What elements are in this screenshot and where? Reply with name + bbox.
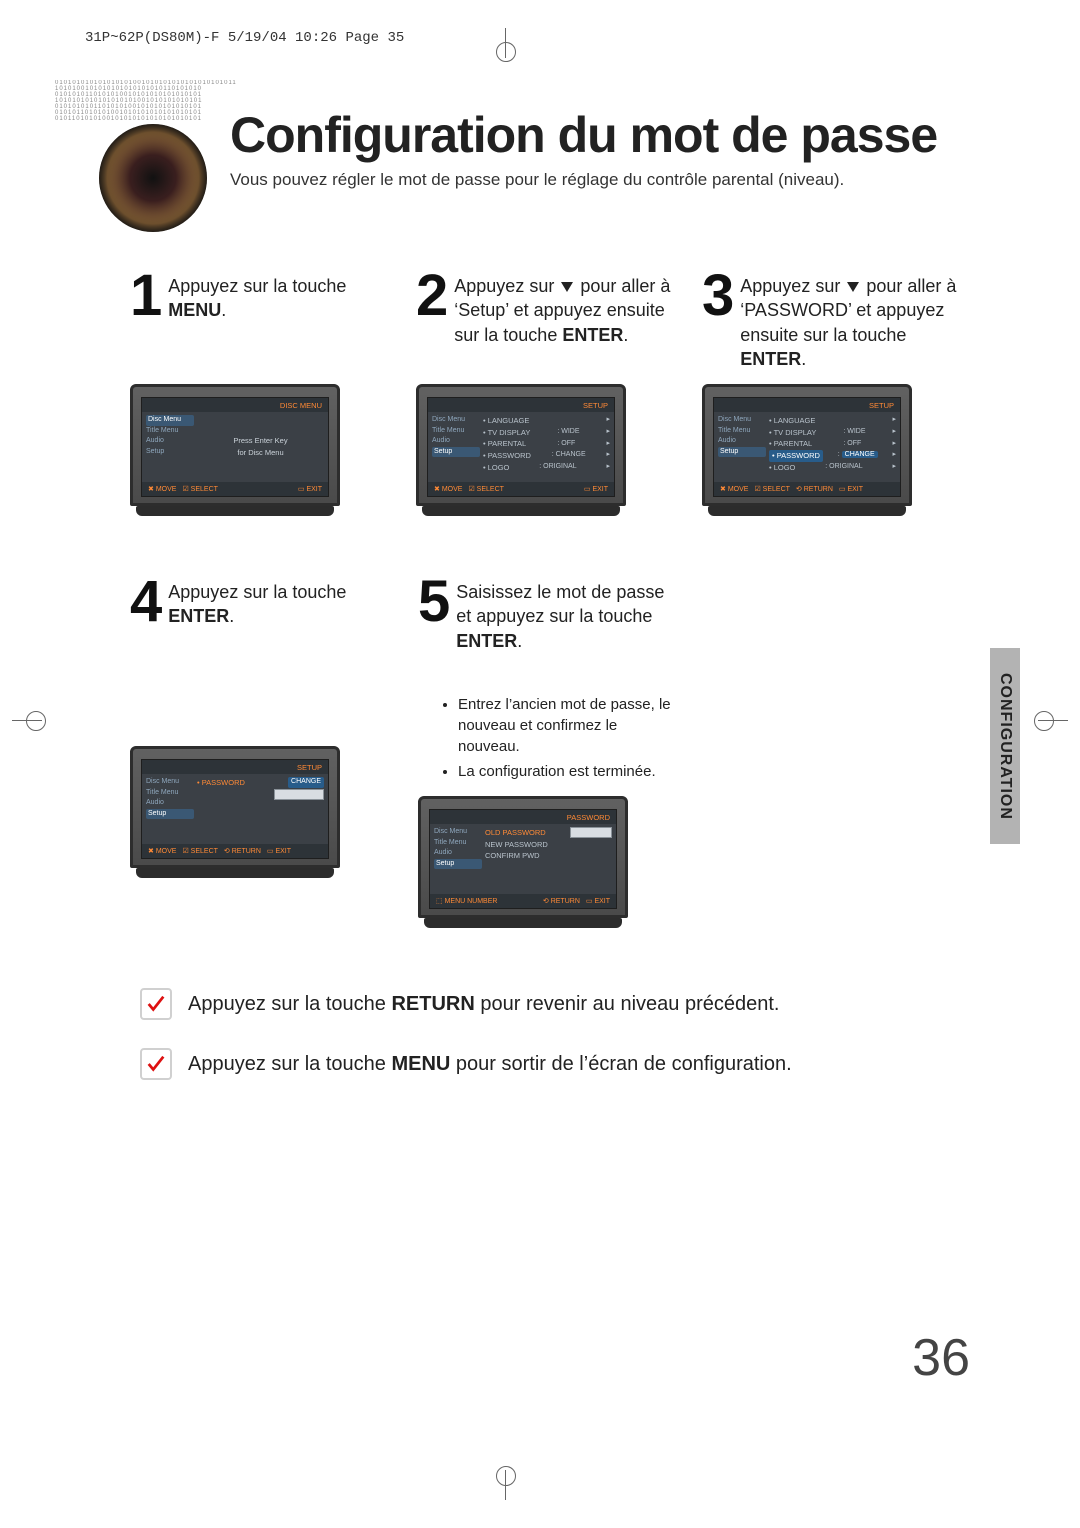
step-text: Saisissez le mot de passe et appuyez sur… (456, 576, 678, 653)
step-number: 1 (130, 270, 162, 322)
crop-mark-top (505, 28, 506, 58)
check-icon (140, 988, 172, 1020)
step-4: 4 Appuyez sur la touche ENTER. SETUP Dis… (130, 576, 390, 928)
step-number: 3 (702, 270, 734, 322)
step-number: 2 (416, 270, 448, 322)
steps-row-2: 4 Appuyez sur la touche ENTER. SETUP Dis… (130, 576, 960, 928)
intro-text: Vous pouvez régler le mot de passe pour … (230, 170, 1020, 190)
print-header: 31P~62P(DS80M)-F 5/19/04 10:26 Page 35 (85, 30, 1020, 46)
speaker-graphic: 0101010101010101010010101010101010101010… (55, 80, 250, 275)
note-return: Appuyez sur la touche RETURN pour reveni… (140, 988, 960, 1020)
tv-screenshot-5: PASSWORD Disc Menu Title Menu Audio Setu… (418, 796, 628, 928)
speaker-cone-icon (99, 124, 207, 232)
steps-row-1: 1 Appuyez sur la touche MENU. DISC MENU … (130, 270, 960, 516)
tv-screenshot-2: SETUP Disc Menu Title Menu Audio Setup L… (416, 384, 626, 516)
tv-screenshot-1: DISC MENU Disc Menu Title Menu Audio Set… (130, 384, 340, 516)
manual-page: 31P~62P(DS80M)-F 5/19/04 10:26 Page 35 0… (0, 0, 1080, 1528)
content-area: 1 Appuyez sur la touche MENU. DISC MENU … (130, 270, 960, 1080)
section-tab-label: CONFIGURATION (996, 673, 1014, 820)
down-arrow-icon (847, 282, 859, 292)
check-icon (140, 1048, 172, 1080)
page-number: 36 (912, 1328, 970, 1388)
step-2: 2 Appuyez sur pour aller à ‘Setup’ et ap… (416, 270, 674, 516)
step-text: Appuyez sur la touche MENU. (168, 270, 388, 323)
crop-mark-bottom (505, 1470, 506, 1500)
step-text: Appuyez sur la touche ENTER. (168, 576, 390, 629)
step-5: 5 Saisissez le mot de passe et appuyez s… (418, 576, 678, 928)
step-3: 3 Appuyez sur pour aller à ‘PASSWORD’ et… (702, 270, 960, 516)
step-1: 1 Appuyez sur la touche MENU. DISC MENU … (130, 270, 388, 516)
section-tab: CONFIGURATION (990, 648, 1020, 844)
tv-screenshot-3: SETUP Disc Menu Title Menu Audio Setup L… (702, 384, 912, 516)
step-text: Appuyez sur pour aller à ‘Setup’ et appu… (454, 270, 674, 347)
footer-notes: Appuyez sur la touche RETURN pour reveni… (140, 988, 960, 1080)
crop-mark-right (1038, 720, 1068, 721)
down-arrow-icon (561, 282, 573, 292)
crop-mark-left (12, 720, 42, 721)
step-number: 4 (130, 576, 162, 628)
step-text: Appuyez sur pour aller à ‘PASSWORD’ et a… (740, 270, 960, 371)
step-5-bullets: Entrez l’ancien mot de passe, le nouveau… (418, 694, 678, 782)
page-title: Configuration du mot de passe (230, 106, 1020, 164)
note-menu: Appuyez sur la touche MENU pour sortir d… (140, 1048, 960, 1080)
step-number: 5 (418, 576, 450, 628)
tv-screenshot-4: SETUP Disc Menu Title Menu Audio Setup P… (130, 746, 340, 878)
